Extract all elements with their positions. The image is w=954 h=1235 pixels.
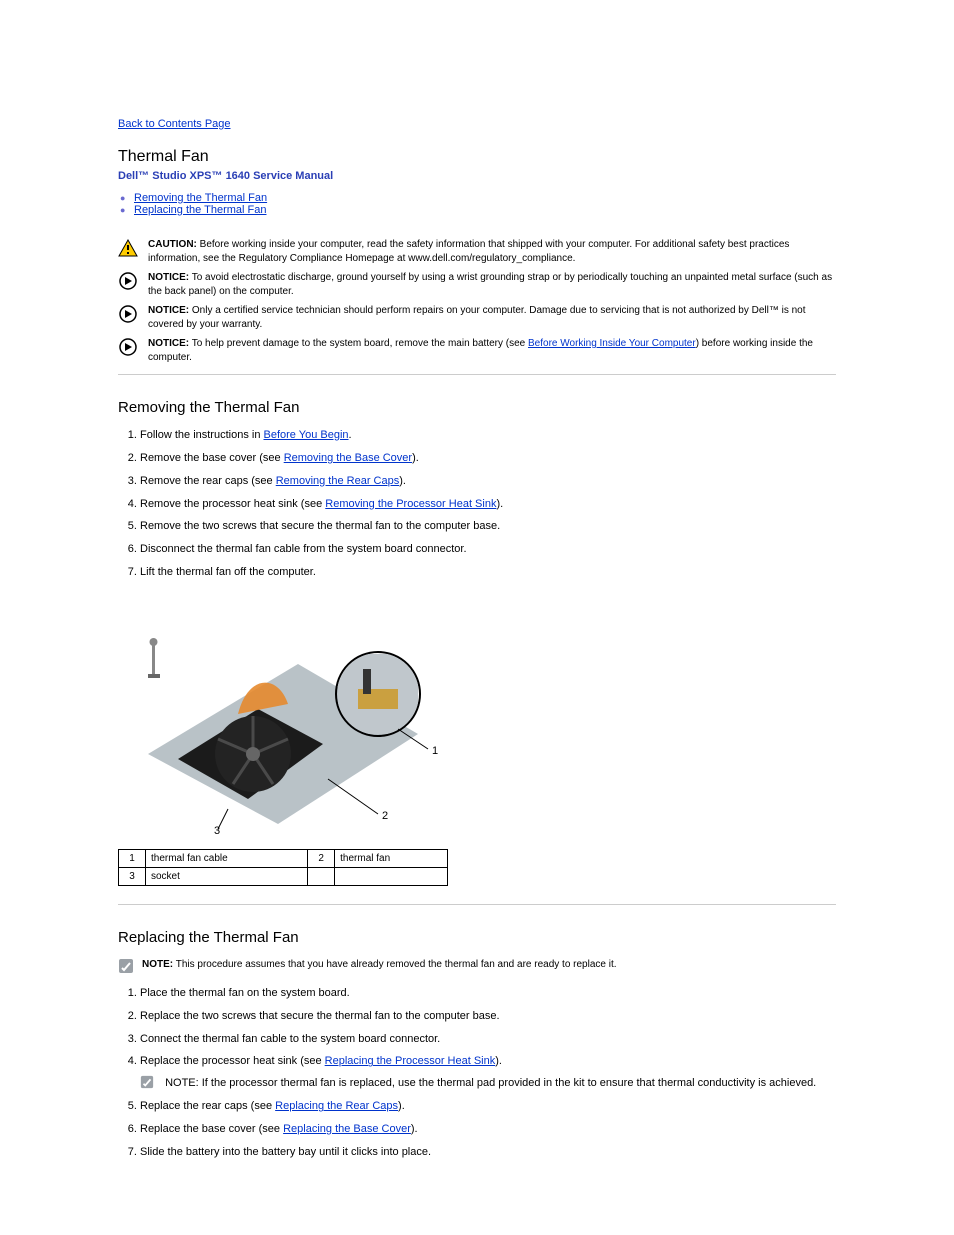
removing-base-cover-link[interactable]: Removing the Base Cover <box>284 452 412 464</box>
before-working-link[interactable]: Before Working Inside Your Computer <box>528 338 696 349</box>
removing-heatsink-link[interactable]: Removing the Processor Heat Sink <box>325 498 496 510</box>
parts-table: 1 thermal fan cable 2 thermal fan 3 sock… <box>118 849 448 886</box>
step: Remove the two screws that secure the th… <box>140 519 836 534</box>
table-row: 1 thermal fan cable 2 thermal fan <box>119 849 448 867</box>
step: Connect the thermal fan cable to the sys… <box>140 1032 836 1047</box>
step: Remove the processor heat sink (see Remo… <box>140 497 836 512</box>
notice-row-1: NOTICE: To avoid electrostatic discharge… <box>118 271 836 298</box>
remove-heading: Removing the Thermal Fan <box>118 399 836 416</box>
notice-text-1: NOTICE: To avoid electrostatic discharge… <box>148 271 836 298</box>
note-text: NOTE: This procedure assumes that you ha… <box>142 958 617 972</box>
step: Remove the rear caps (see Removing the R… <box>140 474 836 489</box>
step: Disconnect the thermal fan cable from th… <box>140 542 836 557</box>
note-icon <box>140 1075 156 1091</box>
page-toc-list: Removing the Thermal Fan Replacing the T… <box>120 192 836 216</box>
replace-steps: Place the thermal fan on the system boar… <box>118 986 836 1160</box>
notice-row-3: NOTICE: To help prevent damage to the sy… <box>118 337 836 364</box>
svg-text:1: 1 <box>432 745 438 757</box>
table-row: 3 socket <box>119 867 448 885</box>
thermal-fan-figure: 1 2 3 <box>118 604 836 837</box>
step: Replace the base cover (see Replacing th… <box>140 1122 836 1137</box>
replace-heading: Replacing the Thermal Fan <box>118 929 836 946</box>
remove-steps: Follow the instructions in Before You Be… <box>118 428 836 580</box>
notice-icon <box>118 304 138 324</box>
svg-text:2: 2 <box>382 810 388 822</box>
step: Replace the rear caps (see Replacing the… <box>140 1099 836 1114</box>
notice-text-3: NOTICE: To help prevent damage to the sy… <box>148 337 836 364</box>
step: Remove the base cover (see Removing the … <box>140 451 836 466</box>
note-row: NOTE: This procedure assumes that you ha… <box>118 958 836 974</box>
notice-icon <box>118 337 138 357</box>
step: Follow the instructions in Before You Be… <box>140 428 836 443</box>
step: Place the thermal fan on the system boar… <box>140 986 836 1001</box>
step: Lift the thermal fan off the computer. <box>140 565 836 580</box>
replacing-rear-caps-link[interactable]: Replacing the Rear Caps <box>275 1100 398 1112</box>
caution-icon <box>118 238 138 258</box>
divider <box>118 904 836 905</box>
note-icon <box>118 958 134 974</box>
manual-title: Dell™ Studio XPS™ 1640 Service Manual <box>118 170 836 182</box>
before-you-begin-link[interactable]: Before You Begin <box>264 429 349 441</box>
step: Replace the processor heat sink (see Rep… <box>140 1054 836 1091</box>
step: Replace the two screws that secure the t… <box>140 1009 836 1024</box>
notice-row-2: NOTICE: Only a certified service technic… <box>118 304 836 331</box>
svg-text:3: 3 <box>214 825 220 834</box>
step: Slide the battery into the battery bay u… <box>140 1145 836 1160</box>
toc-link-replace[interactable]: Replacing the Thermal Fan <box>134 204 266 216</box>
notice-text-2: NOTICE: Only a certified service technic… <box>148 304 836 331</box>
back-to-contents-link[interactable]: Back to Contents Page <box>118 118 231 130</box>
divider <box>118 374 836 375</box>
page-container: Back to Contents Page Thermal Fan Dell™ … <box>0 0 954 1235</box>
notice-icon <box>118 271 138 291</box>
caution-text: CAUTION: Before working inside your comp… <box>148 238 836 265</box>
removing-rear-caps-link[interactable]: Removing the Rear Caps <box>276 475 400 487</box>
toc-link-remove[interactable]: Removing the Thermal Fan <box>134 192 267 204</box>
caution-row: CAUTION: Before working inside your comp… <box>118 238 836 265</box>
section-heading: Thermal Fan <box>118 148 836 166</box>
replacing-base-cover-link[interactable]: Replacing the Base Cover <box>283 1123 411 1135</box>
replacing-heatsink-link[interactable]: Replacing the Processor Heat Sink <box>325 1055 496 1067</box>
notices-block: CAUTION: Before working inside your comp… <box>118 238 836 364</box>
